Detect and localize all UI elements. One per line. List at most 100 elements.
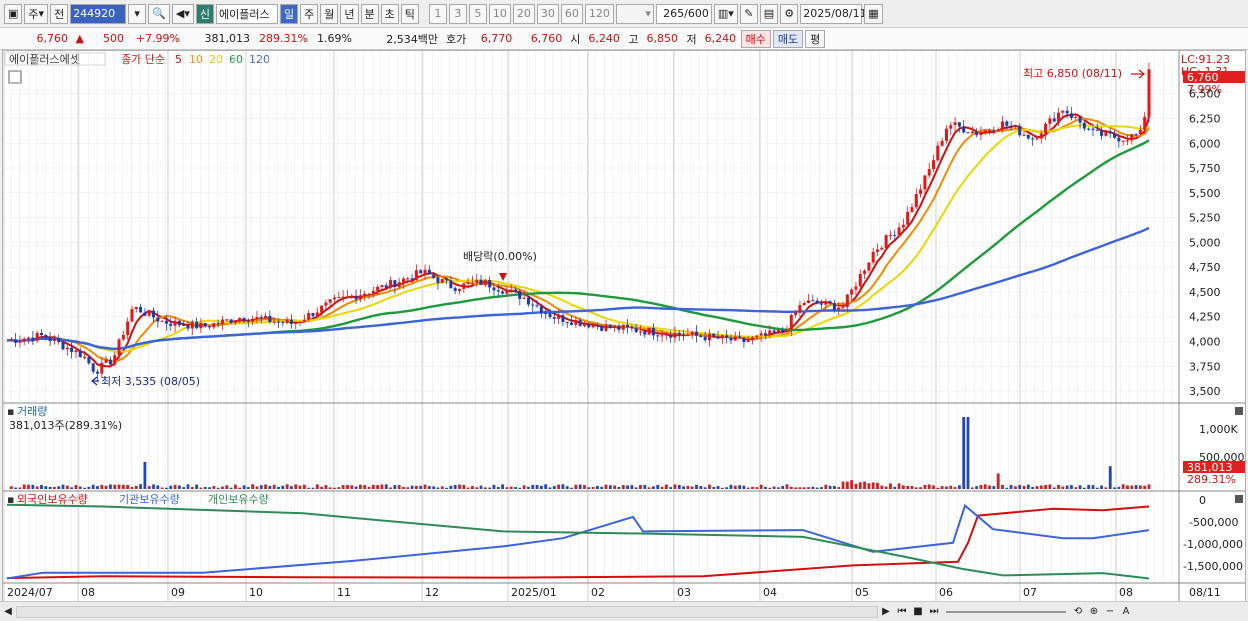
interval-20[interactable]: 20 <box>512 3 535 24</box>
scroll-left-icon[interactable]: ◀ <box>2 605 14 619</box>
volume-bar <box>371 484 375 489</box>
candle-body <box>1039 133 1043 139</box>
volume-bar <box>725 487 729 489</box>
candle-body <box>156 317 160 322</box>
search-icon[interactable]: 🔍 <box>148 3 170 24</box>
interval-30[interactable]: 30 <box>536 3 559 24</box>
scrollbar-track[interactable] <box>16 605 878 618</box>
stock-code-input[interactable]: 244920 <box>70 3 127 24</box>
candle-body <box>302 319 306 322</box>
candle-body <box>802 302 806 306</box>
sell-button[interactable]: 매도 <box>772 29 804 48</box>
candle-body <box>1117 137 1121 142</box>
candle-body <box>992 130 996 132</box>
new-badge[interactable]: 신 <box>195 3 214 24</box>
code-dropdown-icon[interactable]: ▾ <box>128 3 147 24</box>
tab-period-minute[interactable]: 분 <box>360 3 379 24</box>
scroll-right-icon[interactable]: ▶ <box>880 605 892 619</box>
volume-bar <box>272 484 276 489</box>
volume-bar <box>1138 485 1142 489</box>
volume-bar <box>14 487 18 489</box>
speaker-icon[interactable]: ◀▾ <box>171 3 194 24</box>
candle-body <box>845 294 849 308</box>
volume-bar <box>350 485 354 489</box>
candle-body <box>824 301 828 305</box>
candle-body <box>39 332 43 335</box>
rewind-icon[interactable]: ⏮ <box>896 605 908 619</box>
zoom-slider[interactable] <box>946 610 1066 613</box>
low-arrow-icon <box>91 376 99 386</box>
volume-bar <box>61 484 65 489</box>
candle-body <box>307 312 311 320</box>
candle-body <box>953 122 957 126</box>
count-field[interactable]: 265/600 <box>655 3 712 24</box>
volume-bar <box>677 485 681 489</box>
tab-period-month[interactable]: 월 <box>320 3 339 24</box>
price-chart[interactable]: 에이플러스에셋 종가 단순 5 10 20 60 120 LC:91.23 HC… <box>3 51 1245 601</box>
candle-body <box>643 331 647 335</box>
volume-bar <box>53 486 56 489</box>
market-select[interactable]: 주 ▾ <box>24 3 49 24</box>
interval-60[interactable]: 60 <box>560 3 583 24</box>
interval-3[interactable]: 3 <box>448 3 467 24</box>
candle-body <box>656 335 660 337</box>
volume-bar <box>1026 484 1030 489</box>
volume-bar <box>208 487 211 489</box>
tab-period-day[interactable]: 일 <box>280 3 299 24</box>
volume-bar <box>634 487 638 489</box>
interval-5[interactable]: 5 <box>468 3 487 24</box>
draw-tool-icon[interactable]: ✎ <box>739 3 758 24</box>
minus-icon[interactable]: − <box>1104 605 1116 619</box>
price-tick: 5,500 <box>1189 187 1221 200</box>
tab-period-year[interactable]: 년 <box>340 3 359 24</box>
volume-bar <box>285 484 289 489</box>
gear-icon[interactable]: ⚙ <box>780 3 799 24</box>
candle-body <box>367 293 371 295</box>
interval-1[interactable]: 1 <box>428 3 447 24</box>
forward-icon[interactable]: ⏭ <box>928 605 940 619</box>
candle-type-icon[interactable]: ▥▾ <box>713 3 738 24</box>
price-change: 500 <box>103 32 124 45</box>
volume-bar <box>414 485 418 489</box>
candle-body <box>733 336 737 341</box>
volume-bar <box>1147 484 1151 489</box>
volume-tick-1000k: 1,000K <box>1199 423 1238 436</box>
tab-period-second[interactable]: 초 <box>380 3 399 24</box>
custom-interval-select[interactable]: ▾ <box>615 3 654 24</box>
prev-button[interactable]: 전 <box>50 3 69 24</box>
magnify-icon[interactable]: ⊕ <box>1088 605 1100 619</box>
candle-body <box>841 307 845 309</box>
calendar-icon[interactable]: ▦ <box>864 3 883 24</box>
font-size-icon[interactable]: A <box>1120 605 1132 619</box>
save-icon[interactable]: ▤ <box>759 3 779 24</box>
eval-button[interactable]: 평 <box>805 29 826 48</box>
candle-body <box>544 312 548 314</box>
low-label: 저 <box>686 32 697 46</box>
tab-period-week[interactable]: 주 <box>300 3 319 24</box>
date-tick: 02 <box>591 586 605 599</box>
volume-bar <box>496 486 500 489</box>
volume-bar <box>1117 486 1121 489</box>
interval-120[interactable]: 120 <box>584 3 614 24</box>
date-field[interactable]: 2025/08/11 <box>800 3 867 24</box>
volume-bar <box>177 485 181 489</box>
candle-body <box>272 321 276 323</box>
candle-body <box>621 324 625 330</box>
buy-button[interactable]: 매수 <box>740 29 771 48</box>
stop-icon[interactable]: ■ <box>912 605 924 619</box>
interval-10[interactable]: 10 <box>488 3 511 24</box>
candle-body <box>160 320 164 322</box>
volume-bar <box>548 487 552 489</box>
volume-bar <box>876 482 879 489</box>
candle-body <box>613 325 617 328</box>
layout-icon[interactable]: ▣ <box>4 3 23 24</box>
candle-body <box>794 312 798 316</box>
candle-body <box>1005 121 1009 126</box>
candle-body <box>406 278 410 280</box>
tab-period-tick[interactable]: 틱 <box>400 3 419 24</box>
volume-bar <box>716 486 720 489</box>
candle-body <box>281 321 285 323</box>
holdings-close-icon[interactable] <box>1235 495 1243 503</box>
zoom-reset-icon[interactable]: ⟲ <box>1072 605 1084 619</box>
volume-close-icon[interactable] <box>1235 407 1243 415</box>
